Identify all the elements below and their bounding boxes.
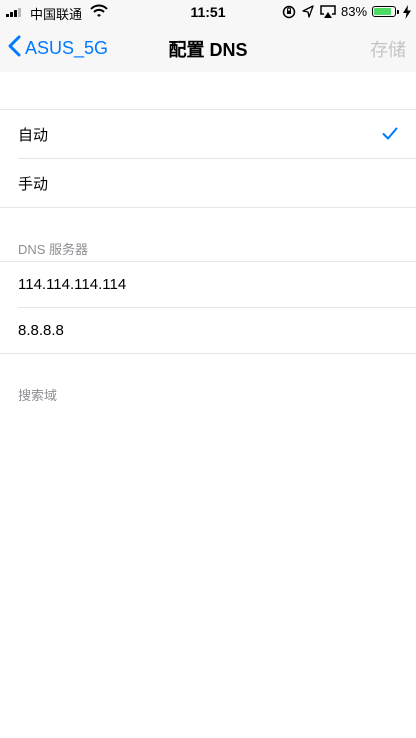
search-domains-section-header: 搜索域: [18, 388, 58, 403]
dns-settings-content: 自动 手动 DNS 服务器 114.114.114.114 8.8.8.8 搜索…: [0, 72, 416, 738]
save-button[interactable]: 存储: [370, 36, 406, 62]
airplay-icon: [320, 5, 336, 22]
divider: [0, 353, 416, 354]
dns-server-address: 8.8.8.8: [18, 322, 64, 339]
dns-mode-option-manual[interactable]: 手动: [0, 159, 416, 207]
checkmark-icon: [382, 127, 398, 144]
battery-level-fill: [374, 8, 391, 15]
option-label: 手动: [18, 175, 49, 193]
charging-bolt-icon: [403, 5, 411, 22]
dns-server-row[interactable]: 114.114.114.114: [0, 262, 416, 307]
dns-server-address: 114.114.114.114: [18, 276, 127, 293]
navigation-bar: ASUS_5G 配置 DNS 存储: [0, 24, 416, 72]
dns-mode-option-auto[interactable]: 自动: [0, 110, 416, 158]
rotation-lock-icon: [282, 5, 296, 22]
dns-servers-section-header: DNS 服务器: [18, 242, 89, 257]
divider: [0, 207, 416, 208]
battery-icon: [372, 6, 399, 17]
location-arrow-icon: [302, 5, 314, 22]
option-label: 自动: [18, 126, 49, 144]
dns-server-row[interactable]: 8.8.8.8: [0, 308, 416, 353]
status-bar: 中国联通 11:51 83%: [0, 0, 416, 24]
battery-percent: 83%: [341, 4, 368, 19]
page-title: 配置 DNS: [168, 40, 248, 60]
